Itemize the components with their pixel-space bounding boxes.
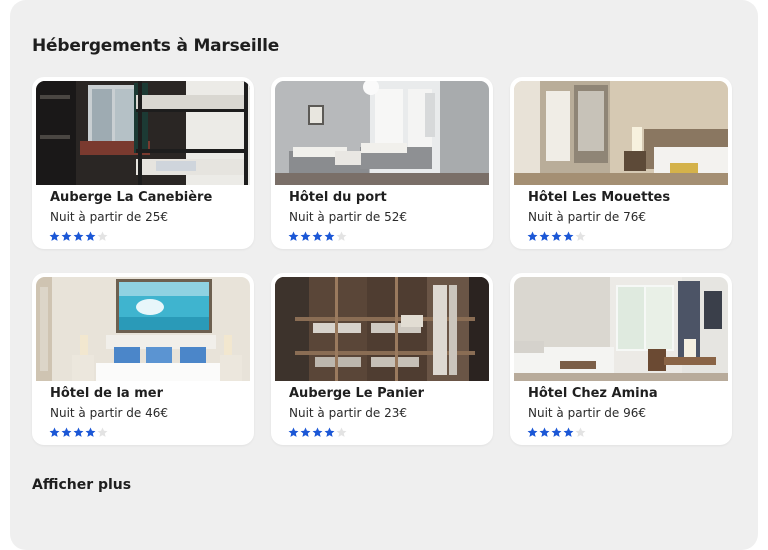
star-filled-icon [563, 231, 574, 242]
listing-price: Nuit à partir de 46€ [50, 406, 169, 420]
star-filled-icon [288, 427, 299, 438]
star-filled-icon [61, 427, 72, 438]
listing-card[interactable]: Hôtel de la mer Nuit à partir de 46€ [32, 273, 254, 445]
listing-photo[interactable] [36, 81, 250, 185]
star-filled-icon [73, 231, 84, 242]
star-filled-icon [49, 427, 60, 438]
listing-name: Hôtel de la mer [50, 386, 164, 401]
listing-card[interactable]: Hôtel Chez Amina Nuit à partir de 96€ [510, 273, 732, 445]
listing-card[interactable]: Auberge La Canebière Nuit à partir de 25… [32, 77, 254, 249]
star-filled-icon [539, 231, 550, 242]
star-empty-icon [97, 427, 108, 438]
listing-price: Nuit à partir de 76€ [528, 210, 647, 224]
rating-stars [288, 423, 348, 438]
rating-stars [527, 423, 587, 438]
star-filled-icon [49, 231, 60, 242]
star-empty-icon [97, 231, 108, 242]
star-filled-icon [527, 231, 538, 242]
star-empty-icon [575, 231, 586, 242]
listing-price: Nuit à partir de 52€ [289, 210, 408, 224]
listing-price: Nuit à partir de 23€ [289, 406, 408, 420]
rating-stars [49, 423, 109, 438]
star-filled-icon [563, 427, 574, 438]
star-filled-icon [300, 427, 311, 438]
star-filled-icon [312, 231, 323, 242]
star-filled-icon [539, 427, 550, 438]
star-filled-icon [551, 427, 562, 438]
star-filled-icon [324, 427, 335, 438]
listing-photo[interactable] [275, 81, 489, 185]
listing-price: Nuit à partir de 96€ [528, 406, 647, 420]
rating-stars [49, 227, 109, 242]
listing-card[interactable]: Auberge Le Panier Nuit à partir de 23€ [271, 273, 493, 445]
star-empty-icon [575, 427, 586, 438]
rating-stars [527, 227, 587, 242]
star-filled-icon [61, 231, 72, 242]
star-filled-icon [288, 231, 299, 242]
listing-name: Auberge La Canebière [50, 190, 213, 205]
star-filled-icon [551, 231, 562, 242]
star-filled-icon [300, 231, 311, 242]
page-title: Hébergements à Marseille [32, 36, 280, 56]
listings-panel: Hébergements à Marseille Auberge La Cane… [10, 0, 758, 550]
listing-name: Hôtel Chez Amina [528, 386, 658, 401]
listing-card[interactable]: Hôtel du port Nuit à partir de 52€ [271, 77, 493, 249]
star-empty-icon [336, 231, 347, 242]
listing-photo[interactable] [36, 277, 250, 381]
star-filled-icon [85, 427, 96, 438]
listing-photo[interactable] [514, 81, 728, 185]
show-more-link[interactable]: Afficher plus [32, 477, 131, 493]
star-empty-icon [336, 427, 347, 438]
listing-name: Hôtel du port [289, 190, 387, 205]
listing-photo[interactable] [514, 277, 728, 381]
star-filled-icon [324, 231, 335, 242]
listing-name: Hôtel Les Mouettes [528, 190, 671, 205]
listing-name: Auberge Le Panier [289, 386, 425, 401]
star-filled-icon [85, 231, 96, 242]
listing-card[interactable]: Hôtel Les Mouettes Nuit à partir de 76€ [510, 77, 732, 249]
star-filled-icon [527, 427, 538, 438]
listing-price: Nuit à partir de 25€ [50, 210, 169, 224]
star-filled-icon [73, 427, 84, 438]
listing-photo[interactable] [275, 277, 489, 381]
star-filled-icon [312, 427, 323, 438]
rating-stars [288, 227, 348, 242]
